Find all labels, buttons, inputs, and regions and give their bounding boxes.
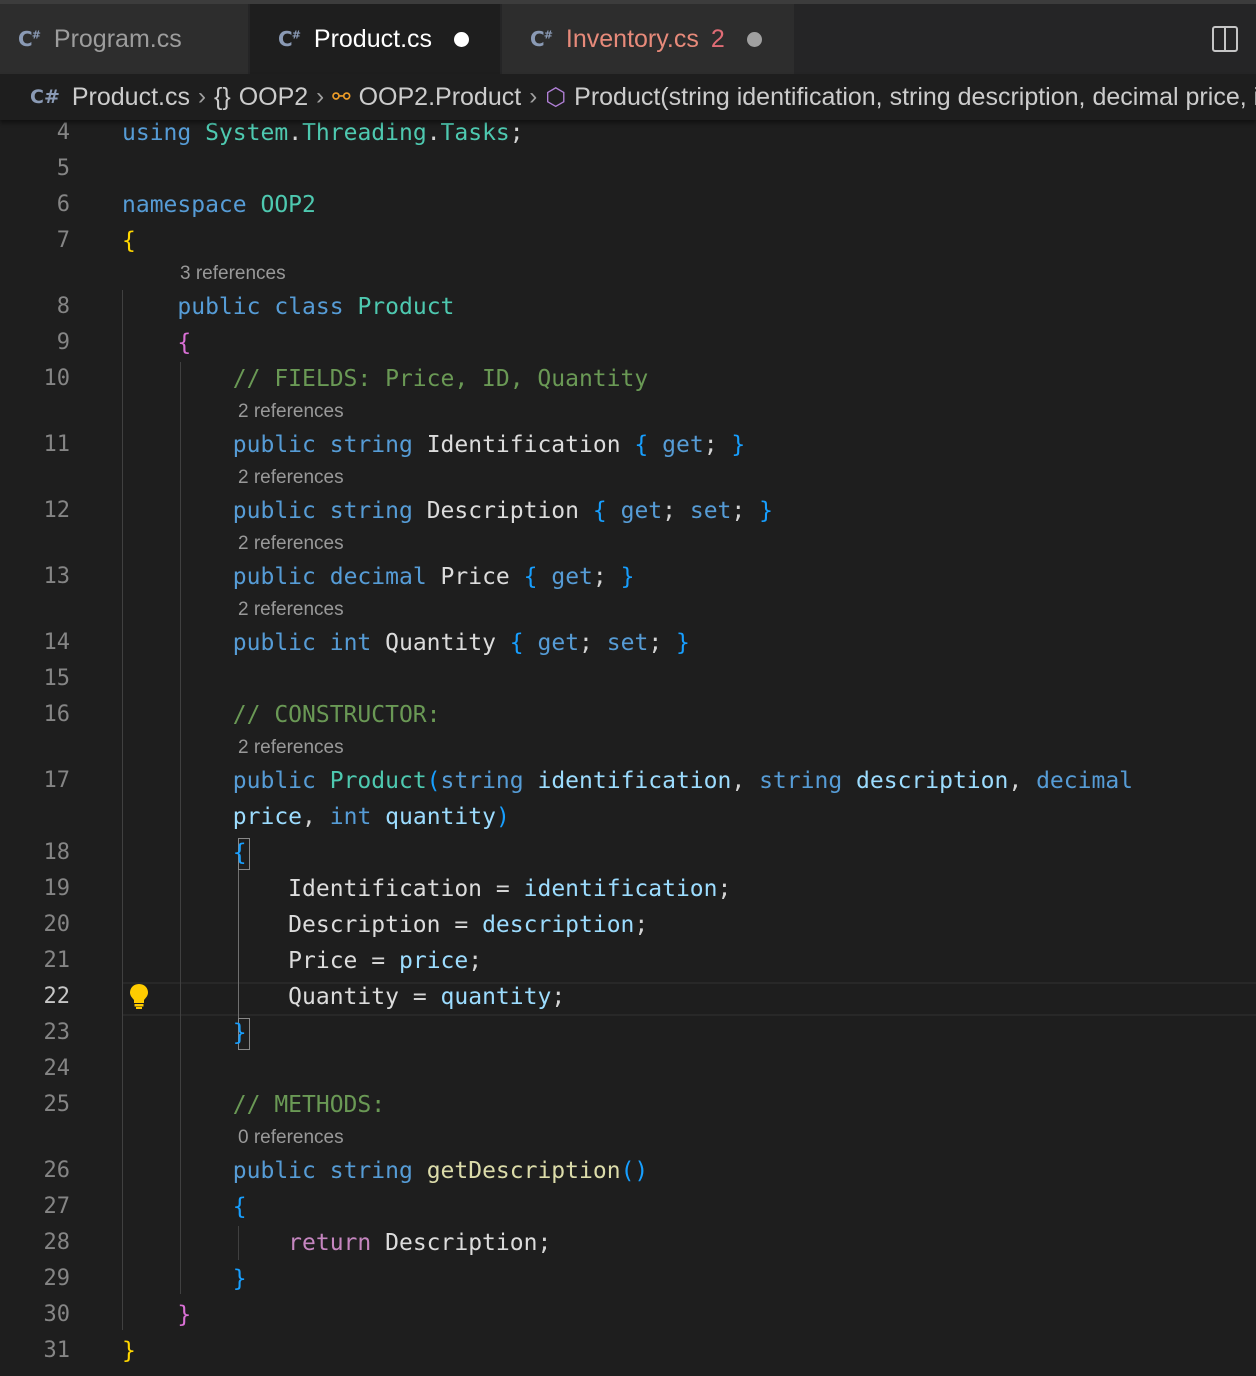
line-number: 16	[43, 702, 71, 727]
csharp-icon: C#	[530, 27, 553, 51]
namespace-icon: {}	[213, 82, 231, 111]
codelens-references[interactable]: 2 references	[238, 401, 344, 423]
line-number: 13	[43, 564, 71, 589]
class-icon: ⚯	[332, 84, 351, 109]
code-line: }	[122, 1338, 136, 1364]
code-line: Identification = identification;	[288, 876, 732, 902]
line-number: 19	[43, 876, 71, 901]
line-number: 17	[43, 768, 71, 793]
codelens-references[interactable]: 2 references	[238, 737, 344, 759]
code-line: public decimal Price { get; }	[232, 564, 635, 590]
line-number: 26	[43, 1158, 71, 1183]
line-number: 21	[43, 948, 71, 973]
tab-program-cs[interactable]: C# Program.cs	[0, 4, 248, 74]
line-number: 5	[56, 156, 70, 181]
code-line: // CONSTRUCTOR:	[232, 702, 441, 728]
code-line: public string Description { get; set; }	[232, 498, 773, 524]
code-line: }	[232, 1266, 247, 1292]
line-number: 30	[43, 1302, 71, 1327]
line-number: 6	[56, 192, 70, 217]
code-line: {	[177, 330, 192, 356]
code-editor[interactable]: 4 5 6 7 8 9 10 11 12 13 14 15 16 17 18 1…	[0, 120, 1256, 1376]
unsaved-dot-icon[interactable]	[746, 31, 762, 47]
chevron-right-icon: ›	[316, 83, 325, 110]
line-number: 4	[56, 120, 70, 145]
code-line: using System.Threading.Tasks;	[122, 120, 524, 146]
codelens-references[interactable]: 3 references	[180, 263, 286, 285]
line-number: 18	[43, 840, 71, 865]
code-line: namespace OOP2	[122, 192, 316, 218]
line-number: 31	[43, 1338, 71, 1363]
line-number: 23	[43, 1020, 71, 1045]
breadcrumb-class-label: OOP2.Product	[358, 82, 522, 111]
line-number: 27	[43, 1194, 71, 1219]
line-number: 10	[43, 366, 71, 391]
line-number: 15	[43, 666, 71, 691]
code-line: // METHODS:	[232, 1092, 386, 1118]
breadcrumb-class[interactable]: ⚯ OOP2.Product	[332, 83, 521, 112]
codelens-references[interactable]: 0 references	[238, 1127, 344, 1149]
code-line: public string getDescription()	[232, 1158, 649, 1184]
code-line: public int Quantity { get; set; }	[232, 630, 690, 656]
chevron-right-icon: ›	[529, 83, 538, 110]
code-line: Description = description;	[288, 912, 649, 938]
tab-label: Product.cs	[313, 24, 433, 53]
breadcrumb: C# Product.cs › {} OOP2 › ⚯ OOP2.Product…	[0, 74, 1256, 120]
line-number: 14	[43, 630, 71, 655]
line-number: 25	[43, 1092, 71, 1117]
tab-label: Inventory.cs	[565, 24, 699, 53]
code-line-wrapped: price, int quantity)	[232, 804, 510, 830]
tab-product-cs[interactable]: C# Product.cs	[250, 4, 500, 74]
csharp-icon: C#	[30, 86, 60, 108]
code-line: public Product(string identification, st…	[232, 768, 1134, 794]
line-number: 29	[43, 1266, 71, 1291]
tab-inventory-cs[interactable]: C# Inventory.cs 2	[502, 4, 794, 74]
line-number: 24	[43, 1056, 71, 1081]
editor-tab-bar: C# Program.cs C# Product.cs C# Inventory…	[0, 0, 1256, 74]
tab-label: Program.cs	[53, 24, 182, 53]
breadcrumb-method-label: Product(string identification, string de…	[574, 82, 1256, 111]
line-number: 20	[43, 912, 71, 937]
line-number-current: 22	[43, 984, 71, 1009]
codelens-references[interactable]: 2 references	[238, 467, 344, 489]
code-line: {	[122, 228, 136, 254]
chevron-right-icon: ›	[197, 83, 206, 110]
line-number: 7	[56, 228, 70, 253]
line-number: 11	[43, 432, 71, 457]
code-line: // FIELDS: Price, ID, Quantity	[232, 366, 649, 392]
line-number: 28	[43, 1230, 71, 1255]
unsaved-dot-icon[interactable]	[454, 31, 470, 47]
code-line: }	[177, 1302, 192, 1328]
method-cube-icon: ⬡	[545, 83, 567, 111]
codelens-references[interactable]: 2 references	[238, 599, 344, 621]
codelens-references[interactable]: 2 references	[238, 533, 344, 555]
line-number: 12	[43, 498, 71, 523]
breadcrumb-namespace-label: OOP2	[238, 82, 309, 111]
csharp-icon: C#	[278, 27, 301, 51]
code-line: {	[232, 1194, 247, 1220]
csharp-icon: C#	[18, 27, 41, 51]
line-number: 9	[56, 330, 70, 355]
split-editor-icon[interactable]	[1212, 26, 1238, 52]
breadcrumb-method[interactable]: ⬡ Product(string identification, string …	[545, 83, 1256, 112]
code-line: }	[232, 1020, 247, 1046]
code-line: Price = price;	[288, 948, 483, 974]
breadcrumb-namespace[interactable]: {} OOP2	[214, 83, 308, 112]
error-count-badge: 2	[710, 24, 725, 53]
line-number: 8	[56, 294, 70, 319]
code-line: public string Identification { get; }	[232, 432, 746, 458]
code-line-current: Quantity = quantity;	[288, 984, 566, 1010]
breadcrumb-file[interactable]: Product.cs	[72, 83, 190, 112]
code-line: return Description;	[288, 1230, 552, 1256]
code-line: {	[232, 840, 247, 866]
code-line: public class Product	[177, 294, 455, 320]
